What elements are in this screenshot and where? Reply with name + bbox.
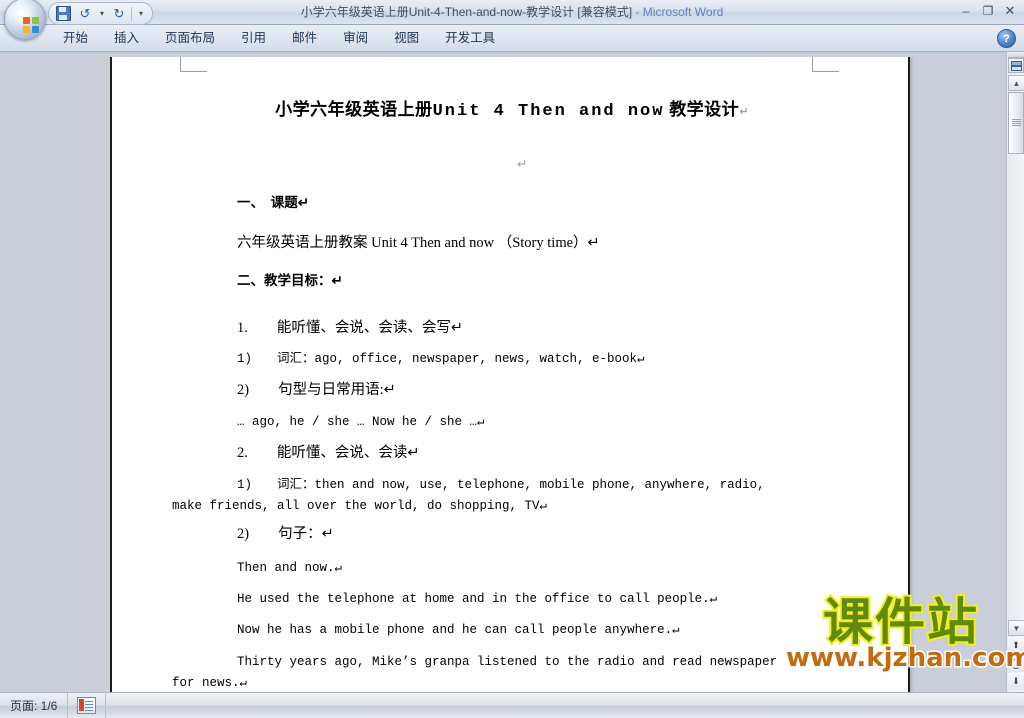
redo-button[interactable]: ↻ <box>109 5 129 23</box>
split-view-icon <box>1010 60 1022 71</box>
tab-insert[interactable]: 插入 <box>101 27 152 50</box>
office-orb-inner <box>12 6 41 35</box>
tab-mailings[interactable]: 邮件 <box>279 27 330 50</box>
title-bar: ↺ ▾ ↻ ▾ 小学六年级英语上册Unit-4-Then-and-now-教学设… <box>0 0 1024 40</box>
view-ruler-button[interactable] <box>1008 58 1024 73</box>
document-icon <box>77 697 97 714</box>
paragraph-objective-2-vocab-line1: 1) 词汇：then and now, use, telephone, mobi… <box>237 478 765 492</box>
document-body: 小学六年级英语上册Unit 4 Then and now 教学设计↵ ↵ 一、 … <box>112 57 908 692</box>
window-title: 小学六年级英语上册Unit-4-Then-and-now-教学设计 [兼容模式]… <box>0 0 1024 25</box>
paragraph-empty-mark: ↵ <box>517 157 528 171</box>
status-page-indicator[interactable]: 页面: 1/6 <box>0 692 69 718</box>
paragraph-objective-1-example: … ago, he / she … Now he / she …↵ <box>237 415 485 429</box>
window-title-separator: - <box>635 5 640 19</box>
paragraph-heading-2: 二、教学目标：↵ <box>237 273 343 288</box>
paragraph-sentence-4-line1: Thirty years ago, Mike’s granpa listened… <box>237 655 778 669</box>
undo-button[interactable]: ↺ <box>75 5 95 23</box>
scrollbar-thumb[interactable] <box>1008 92 1024 154</box>
tab-page-layout[interactable]: 页面布局 <box>152 27 228 50</box>
tab-references[interactable]: 引用 <box>228 27 279 50</box>
status-document-button[interactable] <box>68 692 107 718</box>
chevron-down-icon: ▾ <box>138 9 143 18</box>
document-heading: 小学六年级英语上册Unit 4 Then and now 教学设计↵ <box>112 95 908 121</box>
paragraph-objective-2: 2. 能听懂、会说、会读↵ <box>237 445 420 461</box>
select-browse-object-button[interactable] <box>1008 655 1024 672</box>
paragraph-objective-1: 1. 能听懂、会说、会读、会写↵ <box>237 320 464 336</box>
toolbar-divider <box>131 6 132 21</box>
document-heading-en: Unit 4 Then and now <box>432 102 665 121</box>
close-button[interactable]: ✕ <box>1000 2 1020 19</box>
quick-access-toolbar: ↺ ▾ ↻ ▾ <box>48 2 153 25</box>
document-work-area: 小学六年级英语上册Unit 4 Then and now 教学设计↵ ↵ 一、 … <box>0 52 1024 692</box>
paragraph-topic-line: 六年级英语上册教案 Unit 4 Then and now （Story tim… <box>237 235 600 251</box>
word-window: ↺ ▾ ↻ ▾ 小学六年级英语上册Unit-4-Then-and-now-教学设… <box>0 0 1024 718</box>
document-heading-cn-suffix: 教学设计 <box>669 100 740 119</box>
minimize-button[interactable]: – <box>956 2 976 19</box>
scroll-up-button[interactable]: ▲ <box>1008 75 1024 91</box>
status-bar: 页面: 1/6 <box>0 692 1024 718</box>
ribbon-tabs: 开始 插入 页面布局 引用 邮件 审阅 视图 开发工具 <box>50 25 508 52</box>
tab-developer[interactable]: 开发工具 <box>432 27 508 50</box>
next-page-button[interactable]: ⬇ <box>1008 673 1024 690</box>
customize-quick-access-button[interactable]: ▾ <box>134 5 148 23</box>
paragraph-objective-2-sentences: 2) 句子：↵ <box>237 526 334 542</box>
help-button[interactable]: ? <box>997 29 1016 48</box>
work-area-top-edge <box>0 52 1024 55</box>
office-button[interactable] <box>4 0 46 40</box>
save-icon <box>55 6 71 21</box>
browse-object-icon <box>1011 658 1021 669</box>
paragraph-sentence-1: Then and now.↵ <box>237 561 343 575</box>
previous-page-button[interactable]: ⬆ <box>1008 637 1024 654</box>
window-title-app: Microsoft Word <box>642 5 724 19</box>
paragraph-objective-2-vocab-line2: make friends, all over the world, do sho… <box>172 499 548 513</box>
tab-view[interactable]: 视图 <box>381 27 432 50</box>
undo-dropdown-button[interactable]: ▾ <box>97 5 107 23</box>
chevron-down-icon: ▾ <box>99 9 104 18</box>
tab-home[interactable]: 开始 <box>50 27 101 50</box>
restore-button[interactable]: ❐ <box>978 2 998 19</box>
paragraph-sentence-3: Now he has a mobile phone and he can cal… <box>237 623 680 637</box>
paragraph-objective-1-vocab: 1) 词汇：ago, office, newspaper, news, watc… <box>237 352 645 366</box>
window-controls: – ❐ ✕ <box>956 2 1020 19</box>
document-page[interactable]: 小学六年级英语上册Unit 4 Then and now 教学设计↵ ↵ 一、 … <box>110 57 910 692</box>
ribbon-tab-strip: 开始 插入 页面布局 引用 邮件 审阅 视图 开发工具 ? <box>0 25 1024 52</box>
paragraph-sentence-4-line2: for news.↵ <box>172 676 248 690</box>
paragraph-heading-1: 一、 课题↵ <box>237 195 310 210</box>
paragraph-sentence-2: He used the telephone at home and in the… <box>237 592 718 606</box>
paragraph-objective-1-patterns: 2) 句型与日常用语:↵ <box>237 382 396 398</box>
document-heading-cn-prefix: 小学六年级英语上册 <box>275 100 433 119</box>
save-button[interactable] <box>53 5 73 23</box>
scroll-down-button[interactable]: ▼ <box>1008 620 1024 636</box>
window-title-document: 小学六年级英语上册Unit-4-Then-and-now-教学设计 [兼容模式] <box>300 5 633 19</box>
office-logo-icon <box>23 17 41 35</box>
vertical-scrollbar[interactable]: ▲ ▼ ⬆ ⬇ <box>1006 52 1024 692</box>
tab-review[interactable]: 审阅 <box>330 27 381 50</box>
paragraph-mark-icon: ↵ <box>739 105 749 118</box>
scrollbar-grip-icon <box>1012 119 1021 127</box>
